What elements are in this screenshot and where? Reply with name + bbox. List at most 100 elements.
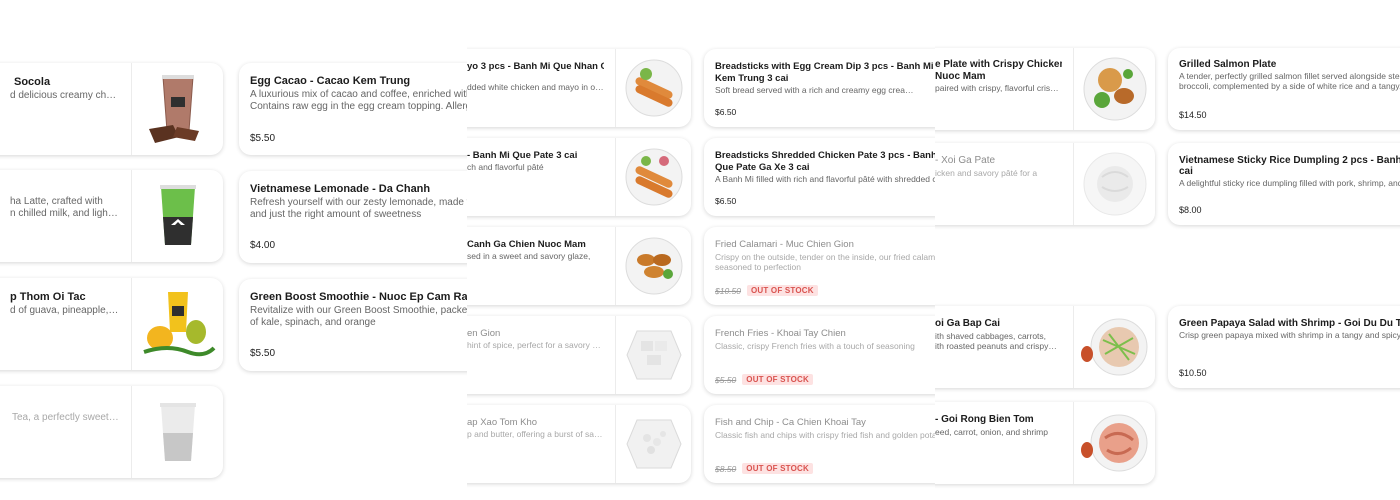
menu-item-card[interactable]: ap Xao Tom Kho p and butter, offering a …: [467, 405, 691, 483]
menu-item-name: Canh Ga Chien Nuoc Mam: [467, 239, 586, 250]
menu-item-desc: dded white chicken and mayo in our…: [467, 82, 604, 92]
chicken-salad-icon: [1080, 318, 1147, 376]
menu-item-price: $4.00: [250, 240, 276, 251]
menu-item-card[interactable]: yo 3 pcs - Banh Mi Que Nhan Ga dded whit…: [467, 49, 691, 127]
menu-item-card[interactable]: Egg Cacao - Cacao Kem Trung A luxurious …: [239, 63, 467, 155]
menu-item-card[interactable]: Fish and Chip - Ca Chien Khoai Tay Class…: [704, 405, 935, 483]
menu-item-desc: p and butter, offering a burst of savory: [467, 429, 604, 439]
menu-item-desc: n chilled milk, and lightly…: [10, 208, 120, 219]
menu-item-desc: icken and savory pâté for a: [935, 168, 1038, 178]
menu-item-name: Nuoc Mam: [935, 71, 986, 82]
menu-item-card[interactable]: - Banh Mi Que Pate 3 cai ch and flavorfu…: [467, 138, 691, 216]
menu-item-card[interactable]: ha Latte, crafted with n chilled milk, a…: [0, 170, 223, 262]
menu-item-desc: Contains raw egg in the egg cream toppin…: [250, 101, 467, 112]
menu-item-desc: A tender, perfectly grilled salmon fille…: [1179, 71, 1400, 81]
menu-item-card[interactable]: p Thom Oi Tac d of guava, pineapple, and: [0, 278, 223, 370]
menu-item-name: - Banh Mi Que Pate 3 cai: [467, 150, 578, 161]
menu-item-card[interactable]: French Fries - Khoai Tay Chien Classic, …: [704, 316, 935, 394]
menu-item-card[interactable]: Green Boost Smoothie - Nuoc Ep Cam Rau R…: [239, 279, 467, 371]
menu-item-card[interactable]: Green Papaya Salad with Shrimp - Goi Du …: [1168, 306, 1400, 388]
menu-item-desc: Refresh yourself with our zesty lemonade…: [250, 197, 467, 208]
menu-item-image: [615, 138, 691, 216]
menu-item-name: - Xoi Ga Pate: [935, 155, 996, 166]
menu-item-desc: Classic fish and chips with crispy fried…: [715, 430, 935, 440]
menu-item-card[interactable]: Socola d delicious creamy chocolate: [0, 63, 223, 155]
menu-item-card[interactable]: Tea, a perfectly sweet and: [0, 386, 223, 478]
menu-item-card[interactable]: Breadsticks Shredded Chicken Pate 3 pcs …: [704, 138, 935, 216]
menu-item-card[interactable]: Vietnamese Sticky Rice Dumpling 2 pcs - …: [1168, 143, 1400, 225]
menu-item-name: en Gion: [467, 328, 501, 339]
menu-item-desc: Soft bread served with a rich and creamy…: [715, 85, 935, 95]
menu-item-card[interactable]: en Gion hint of spice, perfect for a sav…: [467, 316, 691, 394]
menu-item-name: e Plate with Crispy Chicken: [935, 59, 1062, 70]
menu-item-card[interactable]: e Plate with Crispy Chicken Nuoc Mam pai…: [935, 48, 1155, 130]
menu-item-price: $5.50: [250, 348, 276, 359]
menu-item-desc: sed in a sweet and savory glaze,: [467, 251, 591, 261]
menu-item-card[interactable]: Fried Calamari - Muc Chien Gion Crispy o…: [704, 227, 935, 305]
menu-item-desc: ith roasted peanuts and crispy…: [935, 341, 1057, 351]
menu-item-image: [1073, 143, 1155, 225]
menu-item-image: [1073, 402, 1155, 484]
menu-item-desc: seasoned to perfection: [715, 262, 802, 272]
breadsticks-pate-icon: [625, 148, 682, 206]
out-of-stock-badge: OUT OF STOCK: [747, 285, 818, 296]
menu-item-desc: A luxurious mix of cacao and coffee, enr…: [250, 89, 467, 100]
menu-item-card[interactable]: Canh Ga Chien Nuoc Mam sed in a sweet an…: [467, 227, 691, 305]
menu-item-image: [131, 278, 223, 370]
out-of-stock-badge: OUT OF STOCK: [742, 463, 813, 474]
menu-item-name: cai: [1179, 166, 1193, 177]
menu-item-card[interactable]: Grilled Salmon Plate A tender, perfectly…: [1168, 48, 1400, 130]
menu-item-name: oi Ga Bap Cai: [935, 318, 1001, 329]
menu-item-name: Que Pate Ga Xe 3 cai: [715, 162, 810, 173]
menu-item-desc: A delightful sticky rice dumpling filled…: [1179, 178, 1400, 188]
menu-item-name: Green Boost Smoothie - Nuoc Ep Cam Rau: [250, 291, 467, 303]
menu-item-image: [131, 63, 223, 155]
menu-item-card[interactable]: Breadsticks with Egg Cream Dip 3 pcs - B…: [704, 49, 935, 127]
menu-item-image: [615, 316, 691, 394]
out-of-stock-badge: OUT OF STOCK: [742, 374, 813, 385]
menu-item-image: [131, 170, 223, 262]
menu-item-price-row: $10.50 OUT OF STOCK: [715, 285, 818, 296]
menu-item-desc: eed, carrot, onion, and shrimp: [935, 427, 1048, 437]
menu-item-price: $6.50: [715, 196, 737, 206]
menu-item-price: $6.50: [715, 107, 737, 117]
matcha-latte-icon: [159, 185, 196, 245]
menu-item-desc: d of guava, pineapple, and: [10, 305, 120, 316]
menu-strip-appetizers: yo 3 pcs - Banh Mi Que Nhan Ga dded whit…: [467, 0, 935, 500]
menu-item-desc: Crisp green papaya mixed with shrimp in …: [1179, 330, 1400, 340]
menu-item-desc: A Banh Mi filled with rich and flavorful…: [715, 174, 935, 184]
menu-item-desc: of kale, spinach, and orange: [250, 317, 376, 328]
menu-item-price: $8.00: [1179, 205, 1202, 215]
sticky-rice-icon: [1083, 152, 1146, 216]
menu-item-card[interactable]: oi Ga Bap Cai ith shaved cabbages, carro…: [935, 306, 1155, 388]
menu-item-image: [1073, 48, 1155, 130]
menu-item-image: [615, 49, 691, 127]
menu-item-name: ap Xao Tom Kho: [467, 417, 538, 428]
menu-item-name: Green Papaya Salad with Shrimp - Goi Du …: [1179, 318, 1400, 329]
menu-item-name: Fish and Chip - Ca Chien Khoai Tay: [715, 417, 866, 428]
menu-item-price: $5.50: [250, 133, 276, 144]
menu-item-price: $14.50: [1179, 110, 1207, 120]
menu-item-name: - Goi Rong Bien Tom: [935, 414, 1034, 425]
menu-item-name: Breadsticks Shredded Chicken Pate 3 pcs …: [715, 150, 935, 161]
menu-item-old-price: $8.50: [715, 464, 737, 474]
menu-item-name: p Thom Oi Tac: [10, 291, 86, 303]
menu-item-desc: broccoli, complemented by a side of whit…: [1179, 81, 1400, 91]
menu-item-name: Socola: [14, 76, 51, 88]
menu-item-desc: d delicious creamy chocolate: [10, 90, 120, 101]
menu-item-card[interactable]: - Xoi Ga Pate icken and savory pâté for …: [935, 143, 1155, 225]
menu-item-card[interactable]: Vietnamese Lemonade - Da Chanh Refresh y…: [239, 171, 467, 263]
menu-item-name: Kem Trung 3 cai: [715, 73, 789, 84]
menu-strip-entrees: e Plate with Crispy Chicken Nuoc Mam pai…: [935, 0, 1400, 500]
menu-item-desc: paired with crispy, flavorful crisp…: [935, 83, 1062, 93]
menu-item-price-row: $8.50 OUT OF STOCK: [715, 463, 813, 474]
menu-item-name: Breadsticks with Egg Cream Dip 3 pcs - B…: [715, 61, 935, 72]
fruit-juice-icon: [142, 292, 215, 357]
menu-item-image: [131, 386, 223, 478]
menu-item-desc: Crispy on the outside, tender on the ins…: [715, 252, 935, 262]
chocolate-drink-icon: [148, 75, 199, 143]
menu-item-card[interactable]: - Goi Rong Bien Tom eed, carrot, onion, …: [935, 402, 1155, 484]
menu-item-price: $10.50: [1179, 368, 1207, 378]
corn-shrimp-icon: [625, 419, 682, 469]
menu-item-name: yo 3 pcs - Banh Mi Que Nhan Ga: [467, 61, 604, 72]
